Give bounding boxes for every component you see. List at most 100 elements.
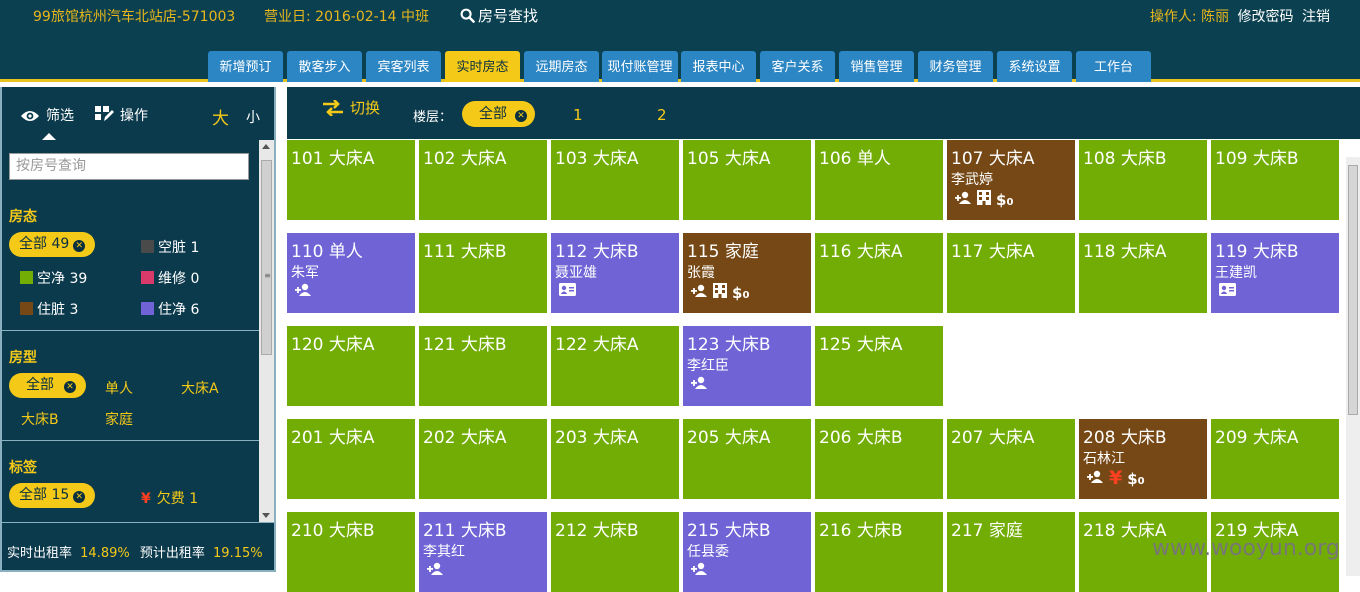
tab-guest-list[interactable]: 宾客列表 [366,51,441,82]
room-type-filter-family[interactable]: 家庭 [105,409,133,429]
room-type-filter-queen-b[interactable]: 大床B [21,409,59,429]
room-type-filter-single[interactable]: 单人 [105,378,133,398]
floor-filter-1[interactable]: 1 [573,106,583,124]
sidebar-scroll-area: 按房号查询 房态 全部 49 ✕ 空脏 1 空净 39 维修 0 住脏 3 住净 … [2,140,274,522]
id-card-icon[interactable] [1219,283,1236,300]
tab-sales[interactable]: 销售管理 [839,51,914,82]
scroll-down-arrow[interactable] [262,513,270,518]
room-tile[interactable]: 119 大床B 王建凯 [1211,233,1339,313]
scrollbar-thumb[interactable] [1348,165,1358,415]
floor-filter-2[interactable]: 2 [657,106,667,124]
room-tile[interactable]: 211 大床B 李其红 [419,512,547,592]
room-tile[interactable]: 105 大床A [683,140,811,220]
tab-finance[interactable]: 财务管理 [918,51,993,82]
scroll-up-arrow[interactable] [262,144,270,149]
clear-icon[interactable]: ✕ [64,381,76,393]
room-tile[interactable]: 117 大床A [947,233,1075,313]
tab-walk-in[interactable]: 散客步入 [287,51,362,82]
status-filter-occupied-clean[interactable]: 住净 6 [141,299,199,319]
clear-icon[interactable]: ✕ [73,491,86,503]
clear-icon[interactable]: ✕ [73,240,86,252]
id-card-icon[interactable] [559,283,576,300]
size-small-button[interactable]: 小 [246,107,260,127]
room-tile[interactable]: 207 大床A [947,419,1075,499]
scrollbar-thumb[interactable]: ≡ [261,160,272,355]
room-tile[interactable]: 106 单人 [815,140,943,220]
room-tile[interactable]: 203 大床A [551,419,679,499]
logout-link[interactable]: 注销 [1302,9,1330,25]
tab-crm[interactable]: 客户关系 [760,51,835,82]
room-tile[interactable]: 122 大床A [551,326,679,406]
add-guest-icon[interactable] [1087,470,1104,487]
change-password-link[interactable]: 修改密码 [1238,9,1294,25]
color-swatch [20,302,33,315]
add-guest-icon[interactable] [691,562,708,579]
add-guest-icon[interactable] [427,562,444,579]
tab-settings[interactable]: 系统设置 [997,51,1072,82]
room-type-filter-all[interactable]: 全部 ✕ [9,373,86,398]
room-tile[interactable]: 107 大床A 李武婷 $0 [947,140,1075,220]
sidebar-tab-action[interactable]: 操作 [94,105,148,125]
room-tile[interactable]: 210 大床B [287,512,415,592]
room-tile[interactable]: 121 大床B [419,326,547,406]
room-tile[interactable]: 118 大床A [1079,233,1207,313]
tab-forward-room-status[interactable]: 远期房态 [524,51,599,82]
tab-workbench[interactable]: 工作台 [1076,51,1151,82]
room-tile[interactable]: 125 大床A [815,326,943,406]
add-guest-icon[interactable] [691,284,708,301]
tag-filter-all[interactable]: 全部 15 ✕ [9,483,96,508]
room-type-filter-queen-a[interactable]: 大床A [181,378,219,398]
room-tile[interactable]: 215 大床B 任县委 [683,512,811,592]
tag-filter-all-label: 全部 15 [19,487,70,503]
status-filter-vacant-dirty[interactable]: 空脏 1 [141,237,199,257]
sidebar-scrollbar[interactable]: ≡ [259,140,274,522]
room-tile[interactable]: 123 大床B 李红臣 [683,326,811,406]
floor-filter-all[interactable]: 全部 ✕ [462,101,535,127]
room-number-search-input[interactable]: 按房号查询 [9,153,249,180]
building-icon[interactable] [977,190,991,209]
add-guest-icon[interactable] [691,376,708,393]
room-tile[interactable]: 206 大床B [815,419,943,499]
tab-cash-account[interactable]: 现付账管理 [602,51,678,82]
room-tile[interactable]: 109 大床B [1211,140,1339,220]
switch-view-button[interactable]: 切换 [321,97,380,118]
dollar-zero-icon[interactable]: $0 [732,284,749,302]
status-filter-vacant-clean[interactable]: 空净 39 [20,268,87,288]
room-tile[interactable]: 116 大床A [815,233,943,313]
clear-icon[interactable]: ✕ [515,110,527,122]
room-tile[interactable]: 102 大床A [419,140,547,220]
dollar-zero-icon[interactable]: $0 [996,191,1013,209]
add-guest-icon[interactable] [295,283,312,300]
add-guest-icon[interactable] [955,191,972,208]
room-tile[interactable]: 120 大床A [287,326,415,406]
status-filter-all[interactable]: 全部 49 ✕ [9,232,96,257]
room-tile[interactable]: 201 大床A [287,419,415,499]
room-tile[interactable]: 216 大床B [815,512,943,592]
room-tile[interactable]: 111 大床B [419,233,547,313]
room-tile[interactable]: 101 大床A [287,140,415,220]
main-scrollbar[interactable] [1346,157,1360,576]
yen-icon[interactable]: ¥ [1109,469,1122,488]
tab-reports[interactable]: 报表中心 [681,51,756,82]
dollar-zero-icon[interactable]: $0 [1127,470,1144,488]
room-tile[interactable]: 108 大床B [1079,140,1207,220]
room-tile[interactable]: 205 大床A [683,419,811,499]
room-tile[interactable]: 103 大床A [551,140,679,220]
tab-realtime-room-status[interactable]: 实时房态 [445,51,520,82]
size-large-button[interactable]: 大 [212,104,229,129]
room-tile[interactable]: 110 单人 朱军 [287,233,415,313]
status-filter-occupied-dirty[interactable]: 住脏 3 [20,299,78,319]
room-tile[interactable]: 212 大床B [551,512,679,592]
room-tile[interactable]: 115 家庭 张霞 $0 [683,233,811,313]
status-filter-maintenance[interactable]: 维修 0 [141,268,199,288]
tag-filter-arrears[interactable]: ¥ 欠费 1 [141,488,198,508]
tab-new-reservation[interactable]: 新增预订 [208,51,283,82]
room-search-button[interactable]: 房号查找 [460,5,538,26]
room-tile[interactable]: 217 家庭 [947,512,1075,592]
room-tile[interactable]: 208 大床B 石林江 ¥ $0 [1079,419,1207,499]
room-tile[interactable]: 209 大床A [1211,419,1339,499]
sidebar-tab-filter[interactable]: 筛选 [20,105,74,125]
room-tile[interactable]: 112 大床B 聂亚雄 [551,233,679,313]
room-tile[interactable]: 202 大床A [419,419,547,499]
building-icon[interactable] [713,283,727,302]
